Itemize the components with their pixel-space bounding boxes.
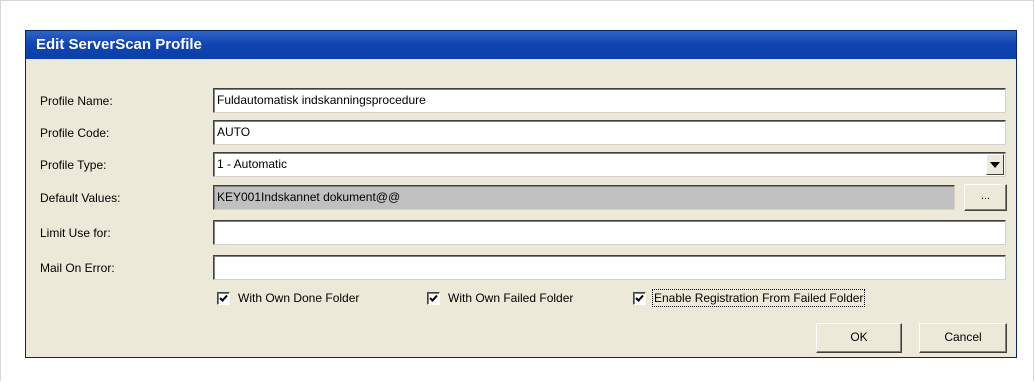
enable-registration-checkbox[interactable]: Enable Registration From Failed Folder [633,289,866,307]
chevron-down-icon[interactable] [986,154,1004,175]
limit-use-label: Limit Use for: [40,226,111,240]
mail-on-error-label: Mail On Error: [40,261,115,275]
profile-name-field[interactable]: Fuldautomatisk indskanningsprocedure [213,88,1006,113]
profile-type-select[interactable]: 1 - Automatic [213,152,1006,177]
checkmark-icon [633,291,646,305]
limit-use-field[interactable] [213,220,1006,245]
profile-code-field[interactable]: AUTO [213,120,1006,145]
dialog-title: Edit ServerScan Profile [26,31,1016,59]
default-values-field: KEY001Indskannet dokument@@ [213,185,955,210]
own-done-folder-label: With Own Done Folder [238,291,360,305]
profile-type-label: Profile Type: [40,158,107,172]
profile-name-label: Profile Name: [40,94,113,108]
own-done-folder-checkbox[interactable]: With Own Done Folder [217,289,359,307]
default-values-label: Default Values: [40,191,121,205]
profile-type-value: 1 - Automatic [217,157,288,171]
browse-button[interactable]: ... [964,184,1007,211]
cancel-button[interactable]: Cancel [919,323,1007,353]
profile-code-label: Profile Code: [40,126,110,140]
checkmark-icon [217,291,230,305]
edit-profile-dialog: Edit ServerScan Profile Profile Name: Fu… [25,30,1017,358]
checkmark-icon [427,291,440,305]
own-failed-folder-checkbox[interactable]: With Own Failed Folder [427,289,573,307]
own-failed-folder-label: With Own Failed Folder [448,291,574,305]
ok-button[interactable]: OK [816,323,902,353]
enable-registration-label: Enable Registration From Failed Folder [651,289,866,307]
mail-on-error-field[interactable] [213,255,1006,280]
